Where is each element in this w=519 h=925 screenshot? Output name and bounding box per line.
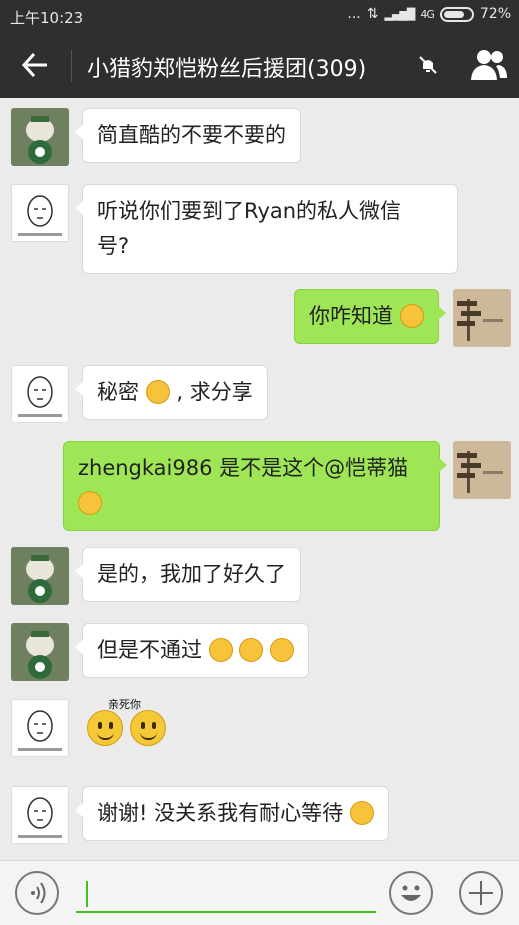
dizzy-face-emoji-icon bbox=[399, 304, 424, 328]
emoji-picker-button[interactable] bbox=[389, 871, 433, 915]
avatar-doll-image bbox=[11, 547, 69, 605]
message-bubble[interactable]: 但是不通过 bbox=[74, 623, 310, 678]
message-text: 简直酷的不要不要的 bbox=[97, 123, 286, 147]
message-bubble[interactable]: 谢谢! 没关系我有耐心等待 bbox=[75, 786, 389, 841]
voice-wave-icon bbox=[31, 882, 46, 904]
message-bubble-outgoing[interactable]: 你咋知道 bbox=[294, 289, 446, 344]
avatar-doll-image bbox=[11, 108, 69, 166]
message-list[interactable]: 简直酷的不要不要的 听说你们要到了Ryan的私人微信 号? 你咋知道 秘密 , … bbox=[0, 98, 519, 860]
more-actions-button[interactable] bbox=[459, 871, 503, 915]
signal-icon: ▂▄▆█ bbox=[384, 7, 416, 21]
crying-emoji-icon bbox=[208, 638, 233, 662]
crying-emoji-icon bbox=[239, 638, 264, 662]
status-bar: 上午10:23 ... ⇅ ▂▄▆█ 4G 72% bbox=[0, 0, 519, 32]
avatar-signpost-image bbox=[453, 441, 511, 499]
input-bar bbox=[0, 860, 519, 925]
avatar[interactable] bbox=[11, 365, 69, 423]
message-bubble[interactable]: 秘密 , 求分享 bbox=[75, 365, 268, 420]
chat-title: 小猎豹郑恺粉丝后援团(309) bbox=[87, 57, 367, 82]
avatar-cartoon-image bbox=[12, 787, 68, 843]
chat-header: 小猎豹郑恺粉丝后援团(309) bbox=[0, 32, 519, 98]
avatar[interactable] bbox=[11, 699, 69, 757]
message-bubble[interactable]: 是的，我加了好久了 bbox=[75, 547, 301, 602]
back-arrow-icon[interactable] bbox=[20, 46, 54, 84]
message-bubble[interactable]: 简直酷的不要不要的 bbox=[75, 108, 301, 163]
avatar[interactable] bbox=[11, 623, 69, 681]
avatar-cartoon-image bbox=[12, 700, 68, 756]
vibrate-icon: ⇅ bbox=[366, 6, 379, 22]
message-text-suffix: , 求分享 bbox=[176, 380, 253, 404]
group-members-icon[interactable] bbox=[469, 46, 509, 84]
message-text-line: 听说你们要到了Ryan的私人微信 bbox=[97, 199, 402, 223]
avatar-cartoon-image bbox=[12, 185, 68, 241]
avatar[interactable] bbox=[11, 547, 69, 605]
avatar-signpost-image bbox=[453, 289, 511, 347]
message-bubble-outgoing[interactable]: zhengkai986 是不是这个@恺蒂猫 bbox=[63, 441, 447, 531]
battery-percent: 72% bbox=[479, 6, 511, 22]
smile-emoji-icon bbox=[130, 710, 166, 746]
sticker-message[interactable]: 亲死你 bbox=[82, 696, 172, 756]
avatar[interactable] bbox=[11, 786, 69, 844]
message-text: 是的，我加了好久了 bbox=[97, 562, 286, 586]
network-type: 4G bbox=[420, 7, 434, 21]
text-cursor bbox=[86, 881, 88, 907]
smiley-icon bbox=[401, 885, 421, 901]
mute-bell-icon bbox=[419, 56, 437, 74]
status-right: ... ⇅ ▂▄▆█ 4G 72% bbox=[347, 6, 511, 22]
crying-emoji-icon bbox=[270, 638, 295, 662]
voice-input-button[interactable] bbox=[15, 871, 59, 915]
battery-icon bbox=[439, 6, 474, 22]
message-text: 秘密 bbox=[97, 380, 139, 404]
status-time: 上午10:23 bbox=[10, 9, 84, 27]
sticker-label: 亲死你 bbox=[108, 698, 141, 711]
avatar-self[interactable] bbox=[453, 441, 511, 499]
avatar[interactable] bbox=[11, 108, 69, 166]
message-bubble[interactable]: 听说你们要到了Ryan的私人微信 号? bbox=[75, 184, 458, 274]
message-input[interactable] bbox=[76, 879, 376, 913]
sunglasses-emoji-icon bbox=[145, 380, 170, 404]
cat-emoji-icon bbox=[78, 491, 102, 515]
message-text-line: zhengkai986 是不是这个@恺蒂猫 bbox=[78, 456, 409, 480]
avatar[interactable] bbox=[11, 184, 69, 242]
header-divider bbox=[71, 50, 72, 82]
message-text: 谢谢! 没关系我有耐心等待 bbox=[97, 801, 344, 825]
avatar-doll-image bbox=[11, 623, 69, 681]
plus-icon bbox=[469, 881, 493, 905]
avatar-self[interactable] bbox=[453, 289, 511, 347]
grin-emoji-icon bbox=[349, 801, 374, 825]
message-text-line: 号? bbox=[97, 234, 130, 258]
message-text: 但是不通过 bbox=[97, 638, 202, 662]
message-text: 你咋知道 bbox=[309, 304, 393, 328]
status-dots: ... bbox=[347, 6, 361, 22]
smile-emoji-icon bbox=[87, 710, 123, 746]
avatar-cartoon-image bbox=[12, 366, 68, 422]
